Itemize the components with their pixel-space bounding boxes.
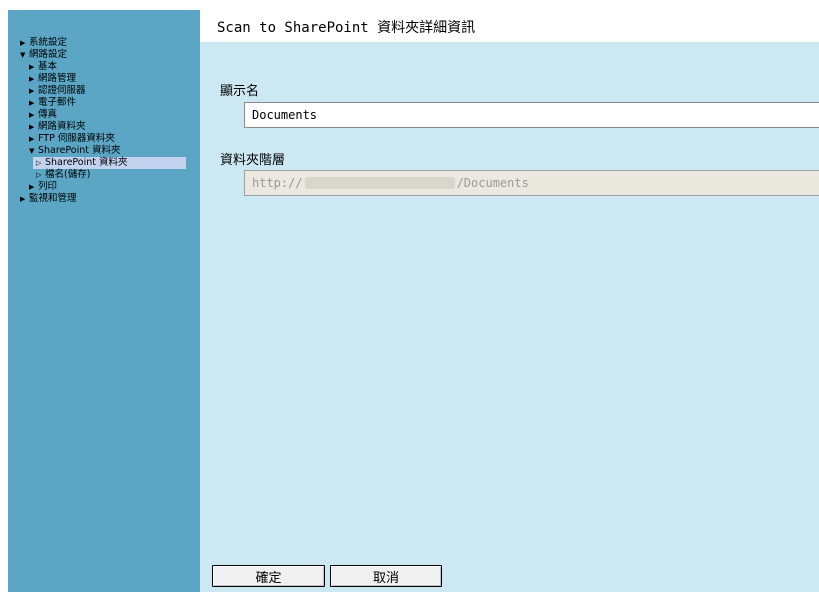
expand-arrow-icon: ▶ — [20, 195, 26, 203]
sidebar-item-network-settings[interactable]: ▼ 網路設定 — [8, 49, 200, 61]
sidebar-item-monitor-management[interactable]: ▶ 監視和管理 — [8, 193, 200, 205]
sidebar-item-ftp-folder[interactable]: ▶ FTP 伺服器資料夾 — [8, 133, 200, 145]
sidebar-item-label: 電子郵件 — [38, 97, 77, 108]
collapse-arrow-icon: ▼ — [29, 147, 35, 155]
sidebar-nav: ▶ 系統設定 ▼ 網路設定 ▶ 基本 ▶ 網路管理 ▶ 認證伺服器 ▶ 電子郵件 — [8, 37, 200, 205]
sidebar-item-label: 檔名(儲存) — [45, 169, 91, 180]
hollow-arrow-icon: ▷ — [36, 159, 42, 167]
expand-arrow-icon: ▶ — [29, 123, 35, 131]
sidebar-item-system-settings[interactable]: ▶ 系統設定 — [8, 37, 200, 49]
hollow-arrow-icon: ▷ — [36, 171, 42, 179]
folder-path-field: http:// /Documents — [244, 170, 819, 196]
folder-path-prefix: http:// — [252, 176, 303, 190]
sidebar-item-sharepoint-folder-group[interactable]: ▼ SharePoint 資料夾 — [8, 145, 200, 157]
expand-arrow-icon: ▶ — [29, 75, 35, 83]
display-name-field[interactable] — [244, 102, 819, 128]
cancel-button[interactable]: 取消 — [330, 565, 442, 587]
sidebar-item-label: FTP 伺服器資料夾 — [38, 133, 115, 144]
sidebar-item-network-management[interactable]: ▶ 網路管理 — [8, 73, 200, 85]
sidebar-item-label: 網路管理 — [38, 73, 77, 84]
sidebar-item-label: SharePoint 資料夾 — [38, 145, 121, 156]
display-name-label: 顯示名 — [220, 84, 260, 99]
sidebar-item-print[interactable]: ▶ 列印 — [8, 181, 200, 193]
expand-arrow-icon: ▶ — [20, 39, 26, 47]
main-panel: Scan to SharePoint 資料夾詳細資訊 顯示名 資料夾階層 htt… — [200, 10, 819, 592]
expand-arrow-icon: ▶ — [29, 135, 35, 143]
sidebar-item-label: 網路設定 — [29, 49, 68, 60]
sidebar-item-label: 認證伺服器 — [38, 85, 86, 96]
sidebar: ▶ 系統設定 ▼ 網路設定 ▶ 基本 ▶ 網路管理 ▶ 認證伺服器 ▶ 電子郵件 — [8, 10, 200, 592]
sidebar-item-label: 傳真 — [38, 109, 58, 120]
expand-arrow-icon: ▶ — [29, 183, 35, 191]
sidebar-item-label: 監視和管理 — [29, 193, 77, 204]
expand-arrow-icon: ▶ — [29, 87, 35, 95]
sidebar-item-sharepoint-folder[interactable]: ▷ SharePoint 資料夾 — [33, 157, 186, 169]
collapse-arrow-icon: ▼ — [20, 51, 26, 59]
folder-path-label: 資料夾階層 — [220, 153, 286, 168]
expand-arrow-icon: ▶ — [29, 99, 35, 107]
sidebar-item-email[interactable]: ▶ 電子郵件 — [8, 97, 200, 109]
sidebar-item-fax[interactable]: ▶ 傳真 — [8, 109, 200, 121]
expand-arrow-icon: ▶ — [29, 63, 35, 71]
page-title: Scan to SharePoint 資料夾詳細資訊 — [217, 20, 476, 36]
app-window: ▶ 系統設定 ▼ 網路設定 ▶ 基本 ▶ 網路管理 ▶ 認證伺服器 ▶ 電子郵件 — [0, 0, 819, 592]
sidebar-item-label: 系統設定 — [29, 37, 68, 48]
sidebar-item-network-folder[interactable]: ▶ 網路資料夾 — [8, 121, 200, 133]
sidebar-item-label: 網路資料夾 — [38, 121, 86, 132]
sidebar-item-label: SharePoint 資料夾 — [45, 157, 128, 168]
sidebar-item-label: 列印 — [38, 181, 58, 192]
ok-button[interactable]: 確定 — [212, 565, 325, 587]
expand-arrow-icon: ▶ — [29, 111, 35, 119]
folder-path-suffix: /Documents — [456, 176, 529, 190]
sidebar-item-basic[interactable]: ▶ 基本 — [8, 61, 200, 73]
sidebar-item-label: 基本 — [38, 61, 58, 72]
title-bar: Scan to SharePoint 資料夾詳細資訊 — [200, 10, 819, 42]
sidebar-item-filename-save[interactable]: ▷ 檔名(儲存) — [8, 169, 200, 181]
blurred-host — [304, 177, 455, 189]
sidebar-item-auth-server[interactable]: ▶ 認證伺服器 — [8, 85, 200, 97]
